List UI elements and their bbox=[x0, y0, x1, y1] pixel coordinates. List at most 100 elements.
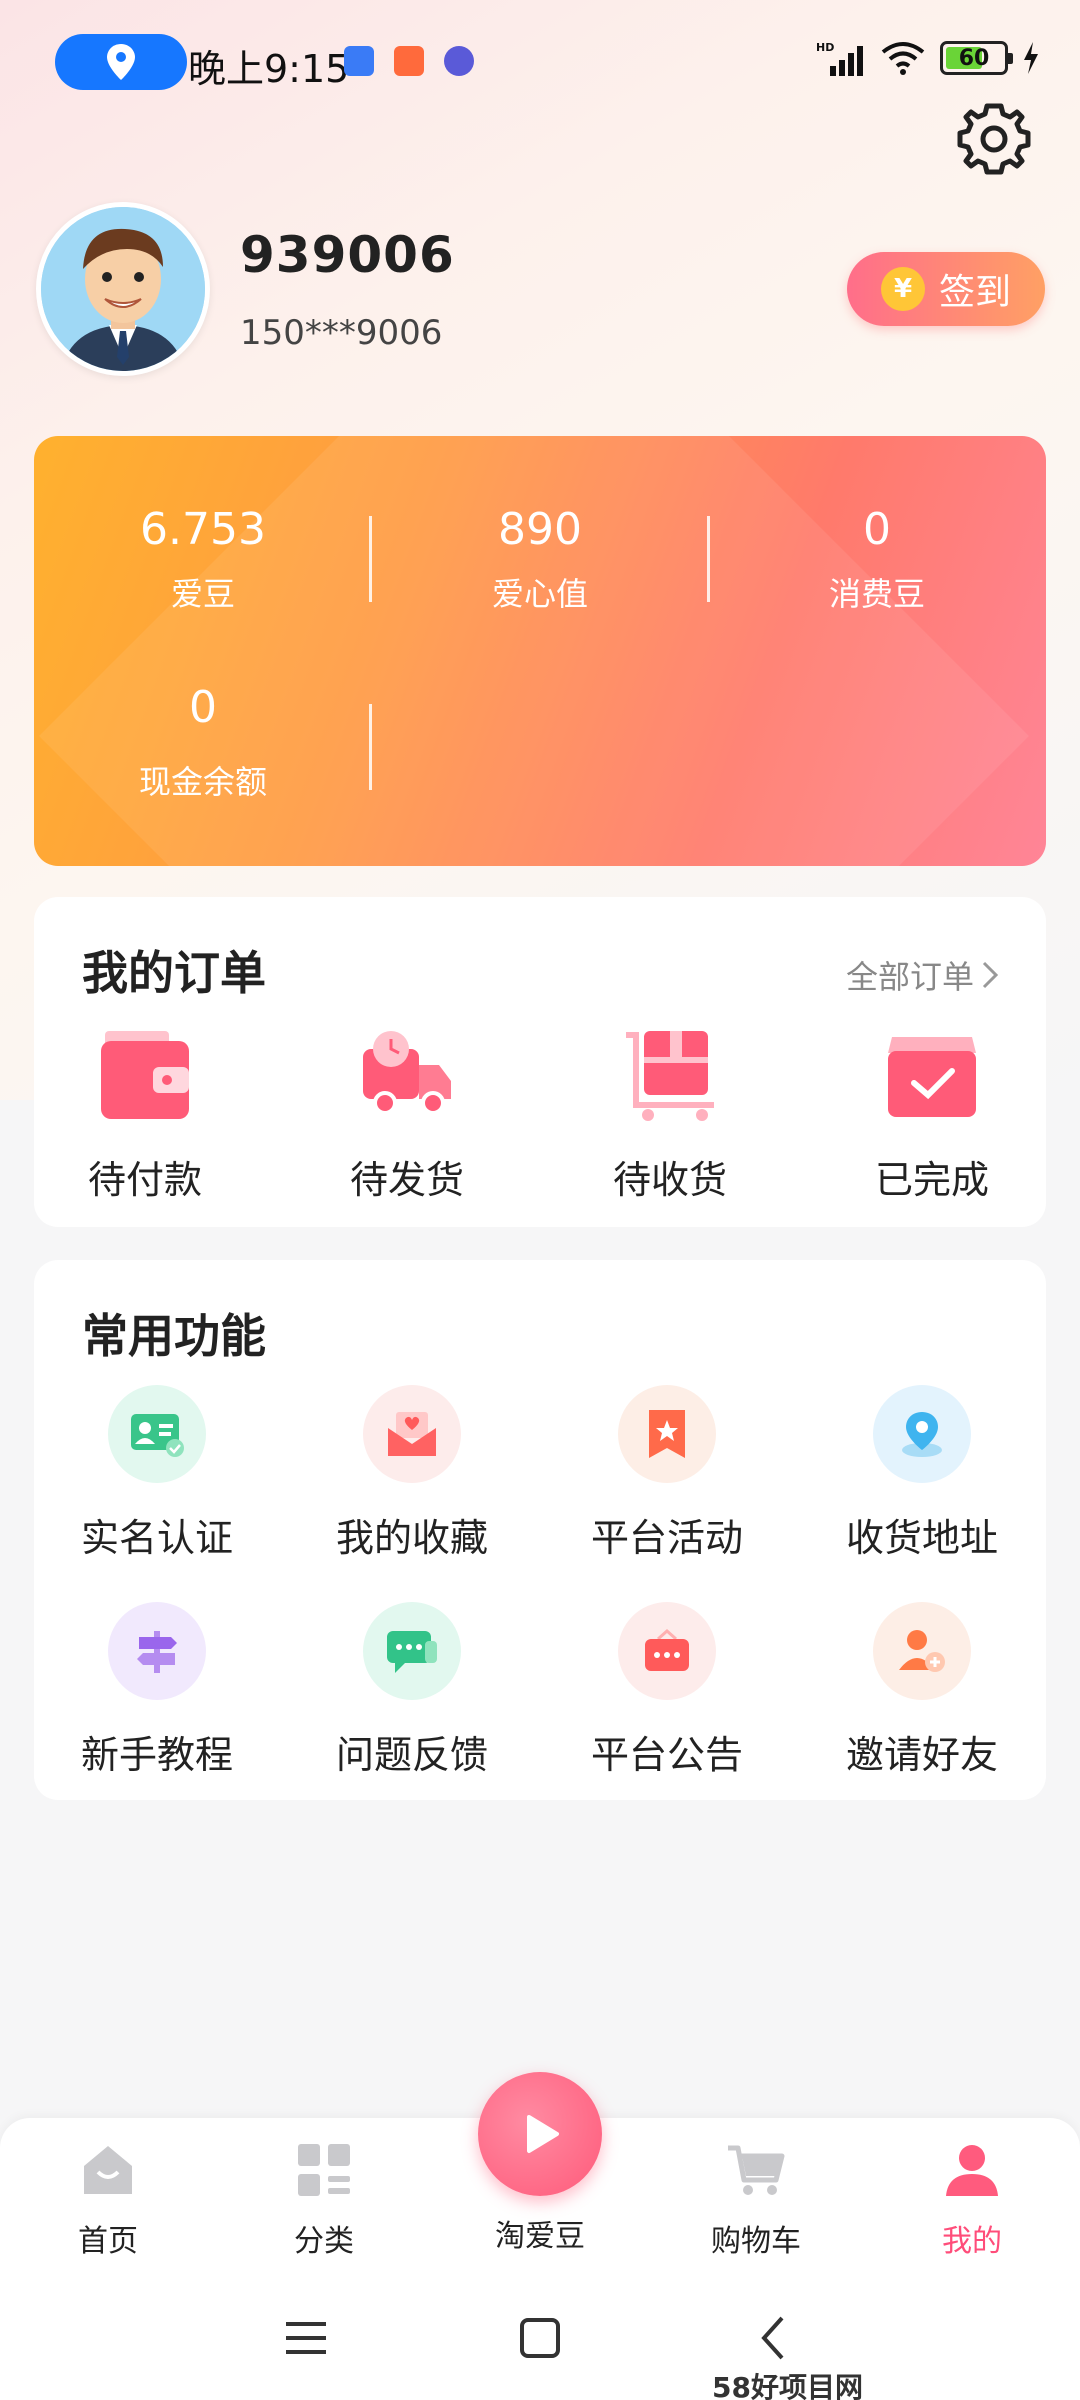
stat-love-value[interactable]: 890 爱心值 bbox=[371, 504, 709, 615]
settings-button[interactable] bbox=[955, 100, 1033, 178]
chat-bubble-icon bbox=[363, 1602, 461, 1700]
home-icon bbox=[84, 2146, 132, 2194]
all-orders-label: 全部订单 bbox=[845, 958, 974, 996]
tie-notification-icon bbox=[444, 46, 474, 76]
function-label: 平台公告 bbox=[590, 1733, 743, 1777]
signin-label: 签到 bbox=[938, 272, 1011, 313]
category-grid-icon bbox=[298, 2144, 350, 2196]
stat-aidou[interactable]: 6.753 爱豆 bbox=[34, 504, 372, 615]
avatar-image bbox=[41, 207, 205, 371]
stat-value: 0 bbox=[863, 504, 891, 555]
id-card-icon bbox=[108, 1385, 206, 1483]
stat-value: 6.753 bbox=[140, 504, 266, 555]
function-label: 实名认证 bbox=[80, 1516, 233, 1560]
function-label: 收货地址 bbox=[845, 1516, 998, 1560]
stat-consume-bean[interactable]: 0 消费豆 bbox=[708, 504, 1046, 615]
chevron-right-icon bbox=[982, 961, 999, 989]
nav-label: 我的 bbox=[942, 2224, 1002, 2259]
user-nickname: 939006 bbox=[240, 226, 455, 284]
activity-bookmark-icon bbox=[618, 1385, 716, 1483]
gear-icon bbox=[957, 103, 1031, 175]
common-functions-card: 常用功能 实名认证 我的收藏 平台活动 收货地址 新手教程 问题反馈 平台公告 … bbox=[34, 1260, 1046, 1800]
nav-label: 分类 bbox=[294, 2224, 354, 2259]
order-label: 待发货 bbox=[349, 1158, 464, 1202]
stat-value: 0 bbox=[189, 682, 217, 733]
back-icon[interactable] bbox=[744, 2308, 804, 2368]
order-label: 已完成 bbox=[874, 1158, 989, 1202]
app-notification-icon bbox=[344, 46, 374, 76]
system-status: HD 60 bbox=[816, 40, 1040, 76]
order-pending-shipment[interactable]: 待发货 bbox=[307, 1027, 507, 1204]
function-tutorial[interactable]: 新手教程 bbox=[47, 1602, 267, 1779]
function-activities[interactable]: 平台活动 bbox=[557, 1385, 777, 1562]
user-phone: 150***9006 bbox=[240, 313, 443, 353]
stat-value: 890 bbox=[498, 504, 582, 555]
orders-card: 我的订单 全部订单 待付款 待发货 待收货 已完成 bbox=[34, 897, 1046, 1227]
coin-icon: ¥ bbox=[880, 267, 925, 311]
battery-indicator: 60 bbox=[940, 41, 1013, 75]
nav-label: 首页 bbox=[78, 2224, 138, 2259]
home-square-icon[interactable] bbox=[510, 2308, 570, 2368]
charging-icon bbox=[1024, 42, 1038, 74]
cart-icon bbox=[728, 2145, 785, 2195]
location-pin-icon bbox=[873, 1385, 971, 1483]
function-label: 邀请好友 bbox=[845, 1733, 998, 1777]
stat-label: 消费豆 bbox=[828, 575, 925, 613]
notice-board-icon bbox=[618, 1602, 716, 1700]
status-bar: 晚上9:15 HD 60 bbox=[0, 0, 1080, 125]
delivery-truck-icon bbox=[363, 1031, 451, 1115]
nav-mine[interactable]: 我的 bbox=[872, 2140, 1072, 2260]
order-label: 待付款 bbox=[87, 1158, 202, 1202]
wallet-icon bbox=[101, 1031, 189, 1119]
order-pending-payment[interactable]: 待付款 bbox=[45, 1027, 245, 1204]
order-label: 待收货 bbox=[612, 1158, 727, 1202]
function-address[interactable]: 收货地址 bbox=[812, 1385, 1032, 1562]
signpost-icon bbox=[108, 1602, 206, 1700]
avatar[interactable] bbox=[36, 202, 210, 376]
status-time: 晚上9:15 bbox=[188, 47, 350, 91]
assets-card: 6.753 爱豆 890 爱心值 0 消费豆 0 现金余额 bbox=[34, 436, 1046, 866]
signal-icon: HD bbox=[816, 41, 863, 76]
watermark: 58好项目网www.58hxm.com bbox=[712, 2366, 1080, 2400]
orders-title: 我的订单 bbox=[82, 946, 266, 1000]
function-label: 我的收藏 bbox=[335, 1516, 488, 1560]
nav-cart[interactable]: 购物车 bbox=[656, 2140, 856, 2260]
invite-user-icon bbox=[873, 1602, 971, 1700]
wifi-icon bbox=[881, 42, 925, 75]
svg-text:HD: HD bbox=[816, 41, 834, 54]
nav-taoaidou-label: 淘爱豆 bbox=[495, 2219, 585, 2254]
nav-home[interactable]: 首页 bbox=[8, 2140, 208, 2260]
function-notice[interactable]: 平台公告 bbox=[557, 1602, 777, 1779]
function-label: 问题反馈 bbox=[335, 1733, 488, 1777]
completed-box-icon bbox=[888, 1037, 976, 1117]
all-orders-link[interactable]: 全部订单 bbox=[846, 952, 1000, 998]
stat-cash-balance[interactable]: 0 现金余额 bbox=[34, 682, 372, 803]
order-pending-receipt[interactable]: 待收货 bbox=[570, 1027, 770, 1204]
user-icon bbox=[946, 2145, 998, 2196]
nav-label: 购物车 bbox=[711, 2224, 801, 2259]
nav-taoaidou-button[interactable] bbox=[478, 2072, 602, 2196]
function-invite[interactable]: 邀请好友 bbox=[812, 1602, 1032, 1779]
menu-icon[interactable] bbox=[276, 2308, 336, 2368]
package-cart-icon bbox=[626, 1031, 714, 1121]
function-feedback[interactable]: 问题反馈 bbox=[302, 1602, 522, 1779]
stat-label: 现金余额 bbox=[138, 763, 267, 801]
nav-category[interactable]: 分类 bbox=[224, 2140, 424, 2260]
location-pin-icon bbox=[107, 44, 135, 80]
location-indicator bbox=[55, 34, 187, 90]
shop-notification-icon bbox=[394, 46, 424, 76]
favorite-envelope-icon bbox=[363, 1385, 461, 1483]
function-label: 新手教程 bbox=[80, 1733, 233, 1777]
play-icon bbox=[527, 2115, 559, 2153]
signin-button[interactable]: ¥ 签到 bbox=[847, 252, 1045, 326]
stat-divider bbox=[369, 704, 372, 790]
functions-title: 常用功能 bbox=[82, 1309, 266, 1363]
stat-label: 爱豆 bbox=[170, 575, 235, 613]
notification-icons bbox=[344, 46, 474, 76]
function-label: 平台活动 bbox=[590, 1516, 743, 1560]
battery-level: 60 bbox=[958, 45, 990, 71]
stat-label: 爱心值 bbox=[491, 575, 588, 613]
function-favorites[interactable]: 我的收藏 bbox=[302, 1385, 522, 1562]
function-real-name[interactable]: 实名认证 bbox=[47, 1385, 267, 1562]
order-completed[interactable]: 已完成 bbox=[832, 1027, 1032, 1204]
